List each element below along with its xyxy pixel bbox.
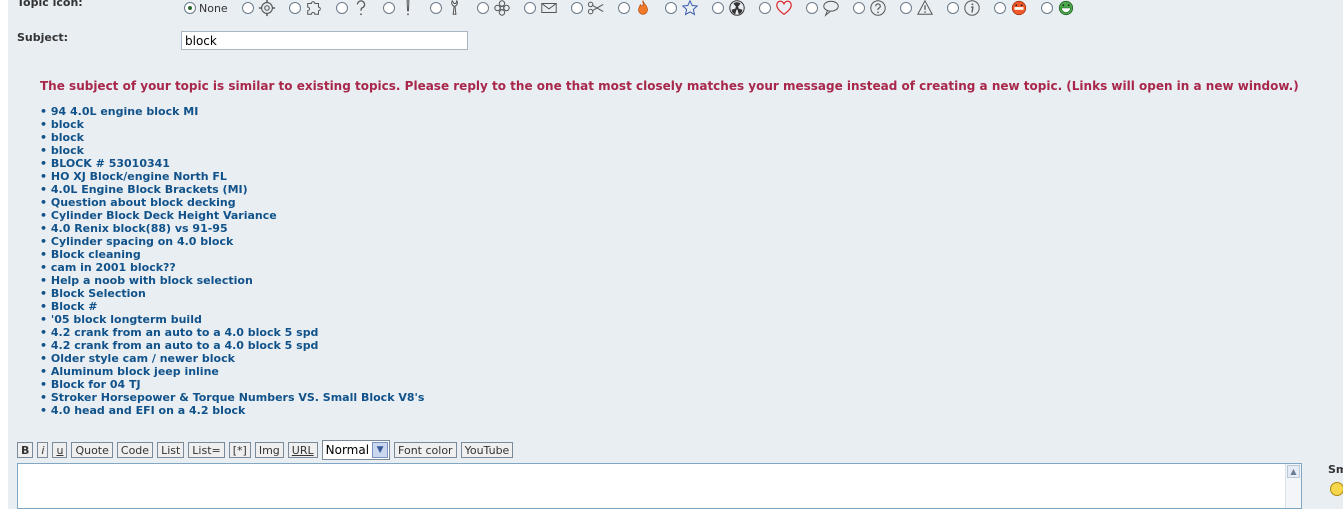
similar-topic-link[interactable]: 94 4.0L engine block MI (40, 105, 424, 118)
page: Topic icon: None Subject: block The subj… (0, 0, 1343, 509)
topic-icon-row: None (184, 0, 1088, 18)
radioactive-icon (727, 0, 747, 17)
similar-topic-link[interactable]: BLOCK # 53010341 (40, 157, 424, 170)
similar-topic-link[interactable]: Block # (40, 300, 424, 313)
youtube-button[interactable]: YouTube (460, 442, 514, 458)
similar-topics-warning: The subject of your topic is similar to … (40, 79, 1299, 93)
similar-topic-link[interactable]: Block cleaning (40, 248, 424, 261)
similar-topic-link[interactable]: Cylinder Block Deck Height Variance (40, 209, 424, 222)
list-item-button[interactable]: [*] (228, 442, 251, 458)
scroll-up-icon[interactable]: ▲ (1287, 465, 1300, 478)
textarea-scrollbar[interactable]: ▲ (1285, 464, 1301, 508)
exclamation-icon (398, 0, 418, 17)
settings-icon (257, 0, 277, 17)
radio-icon-laugh[interactable] (1040, 2, 1053, 14)
scissors-icon (586, 0, 606, 17)
similar-topic-link[interactable]: HO XJ Block/engine North FL (40, 170, 424, 183)
smiley-icon[interactable] (1330, 482, 1343, 496)
heart-icon (774, 0, 794, 17)
font-size-value: Normal (325, 443, 370, 457)
radio-icon-settings[interactable] (241, 2, 254, 14)
radio-icon-envelope[interactable] (523, 2, 536, 14)
similar-topic-link[interactable]: Block for 04 TJ (40, 378, 424, 391)
similar-topic-link[interactable]: 4.2 crank from an auto to a 4.0 block 5 … (40, 326, 424, 339)
puzzle-icon (304, 0, 324, 17)
help-icon (868, 0, 888, 17)
radio-icon-exclamation[interactable] (382, 2, 395, 14)
subject-input[interactable] (181, 31, 468, 50)
similar-topic-link[interactable]: cam in 2001 block?? (40, 261, 424, 274)
star-icon (680, 0, 700, 17)
message-textarea[interactable]: ▲ (17, 463, 1302, 509)
radio-none[interactable] (184, 2, 196, 14)
underline-button[interactable]: u (52, 442, 68, 458)
similar-topic-link[interactable]: Aluminum block jeep inline (40, 365, 424, 378)
similar-topic-link[interactable]: Older style cam / newer block (40, 352, 424, 365)
similar-topic-link[interactable]: block (40, 118, 424, 131)
bold-button[interactable]: B (17, 442, 34, 458)
radio-icon-question[interactable] (335, 2, 348, 14)
url-button[interactable]: URL (287, 442, 318, 458)
radio-icon-star[interactable] (664, 2, 677, 14)
radio-icon-scissors[interactable] (570, 2, 583, 14)
similar-topic-link[interactable]: Cylinder spacing on 4.0 block (40, 235, 424, 248)
italic-button[interactable]: i (37, 442, 49, 458)
speech-bubble-icon (821, 0, 841, 17)
similar-topic-link[interactable]: 4.0L Engine Block Brackets (MI) (40, 183, 424, 196)
radio-icon-info[interactable] (946, 2, 959, 14)
angry-icon (1009, 0, 1029, 17)
similar-topic-link[interactable]: Help a noob with block selection (40, 274, 424, 287)
similar-topic-link[interactable]: Question about block decking (40, 196, 424, 209)
similar-topic-link[interactable]: Stroker Horsepower & Torque Numbers VS. … (40, 391, 425, 404)
chevron-down-icon[interactable]: ▼ (372, 442, 389, 458)
font-size-select[interactable]: Normal ▼ (321, 440, 391, 460)
envelope-icon (539, 0, 559, 17)
similar-topic-link[interactable]: Block Selection (40, 287, 424, 300)
similar-topic-link[interactable]: '05 block longterm build (40, 313, 424, 326)
similar-topic-link[interactable]: 4.0 Renix block(88) vs 91-95 (40, 222, 424, 235)
radio-icon-speech-bubble[interactable] (805, 2, 818, 14)
info-icon (962, 0, 982, 17)
radio-icon-wrench[interactable] (429, 2, 442, 14)
radio-icon-flower[interactable] (476, 2, 489, 14)
warning-icon (915, 0, 935, 17)
radio-icon-radioactive[interactable] (711, 2, 724, 14)
similar-topic-link[interactable]: 4.0 head and EFI on a 4.2 block (40, 404, 424, 417)
radio-icon-puzzle[interactable] (288, 2, 301, 14)
bbcode-toolbar: B i u Quote Code List List= [*] Img URL … (17, 440, 517, 460)
ordered-list-button[interactable]: List= (188, 442, 225, 458)
img-button[interactable]: Img (254, 442, 284, 458)
similar-topic-link[interactable]: block (40, 131, 424, 144)
none-label: None (199, 1, 228, 15)
smilies-label: Sm (1328, 463, 1343, 476)
fire-icon (633, 0, 653, 17)
topic-icon-label: Topic icon: (17, 0, 83, 9)
laugh-icon (1056, 0, 1076, 17)
radio-icon-warning[interactable] (899, 2, 912, 14)
quote-button[interactable]: Quote (71, 442, 113, 458)
radio-icon-fire[interactable] (617, 2, 630, 14)
similar-topic-link[interactable]: 4.2 crank from an auto to a 4.0 block 5 … (40, 339, 424, 352)
wrench-icon (445, 0, 465, 17)
code-button[interactable]: Code (116, 442, 154, 458)
list-button[interactable]: List (157, 442, 185, 458)
similar-topic-link[interactable]: block (40, 144, 424, 157)
font-color-button[interactable]: Font color (394, 442, 457, 458)
radio-icon-angry[interactable] (993, 2, 1006, 14)
radio-icon-help[interactable] (852, 2, 865, 14)
radio-icon-heart[interactable] (758, 2, 771, 14)
flower-icon (492, 0, 512, 17)
subject-label: Subject: (17, 31, 69, 44)
question-icon (351, 0, 371, 17)
similar-topics-list: 94 4.0L engine block MIblockblockblockBL… (40, 105, 425, 417)
